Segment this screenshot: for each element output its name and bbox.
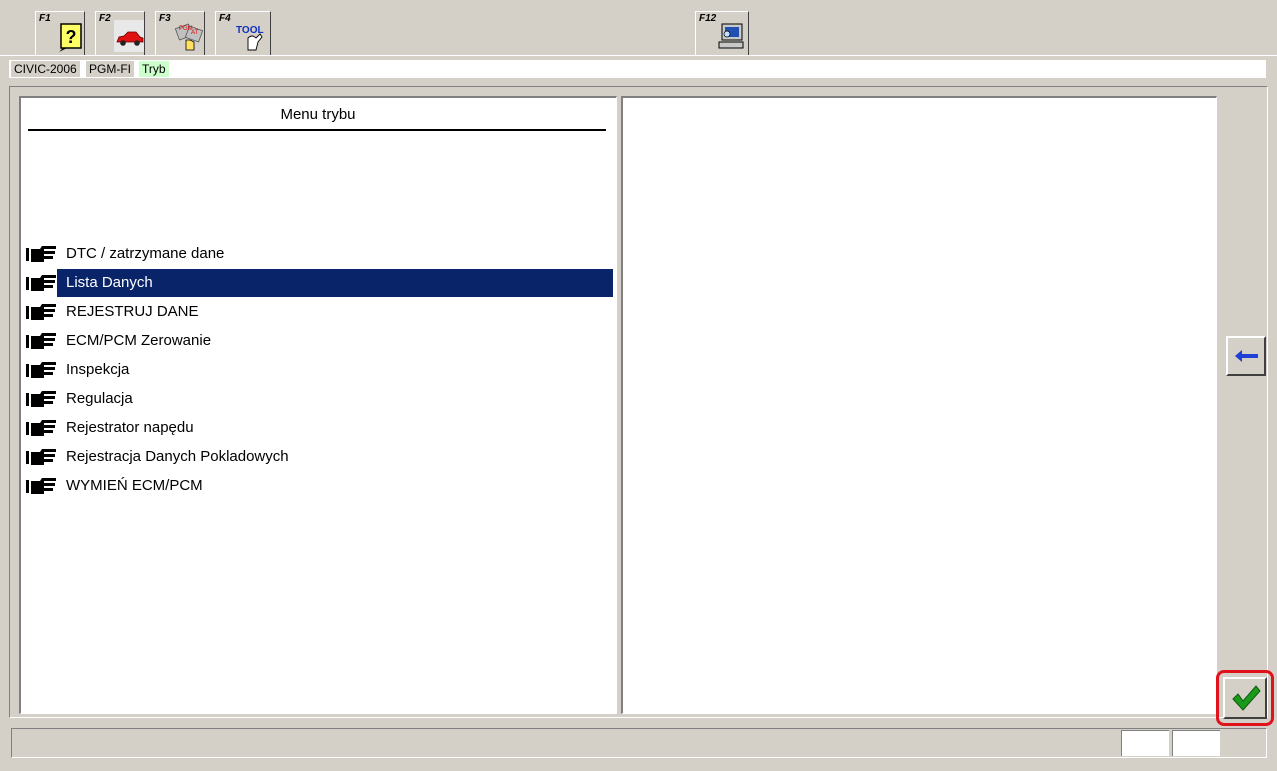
toolbar-divider [0, 55, 1277, 56]
pointing-hand-icon [26, 304, 56, 320]
f4-tool-button[interactable]: F4 TOOL [215, 11, 271, 55]
status-field-1 [1121, 730, 1169, 756]
svg-text:?: ? [66, 27, 77, 47]
pointing-hand-icon [26, 246, 56, 262]
menu-item-label: REJESTRUJ DANE [66, 303, 199, 320]
mode-menu-panel: Menu trybu DTC / zatrzymane dane Lista D… [19, 96, 617, 714]
menu-item-label: Inspekcja [66, 361, 130, 378]
f3-key-label: F3 [159, 13, 171, 24]
menu-item-label: ECM/PCM Zerowanie [66, 332, 212, 349]
menu-item-record-data[interactable]: REJESTRUJ DANE [23, 298, 615, 326]
breadcrumb-system: PGM-FI [86, 61, 134, 77]
menu-item-label: DTC / zatrzymane dane [66, 245, 225, 262]
menu-item-dtc[interactable]: DTC / zatrzymane dane [23, 240, 615, 268]
f3-system-button[interactable]: F3 PGM AT [155, 11, 205, 55]
f2-key-label: F2 [99, 13, 111, 24]
breadcrumb: CIVIC-2006 PGM-FI Tryb [9, 60, 1266, 78]
menu-title: Menu trybu [280, 106, 356, 123]
pointing-hand-icon [26, 420, 56, 436]
breadcrumb-mode: Tryb [139, 61, 169, 77]
menu-item-inspection[interactable]: Inspekcja [23, 356, 615, 384]
menu-item-onboard-recording[interactable]: Rejestracja Danych Pokladowych [23, 443, 615, 471]
status-field-2 [1172, 730, 1220, 756]
tool-icon: TOOL [236, 25, 264, 51]
help-icon: ? [59, 23, 82, 52]
f1-help-button[interactable]: F1 ? [35, 11, 85, 55]
checkmark-icon [1232, 685, 1261, 711]
menu-item-label: Rejestracja Danych Pokladowych [66, 448, 289, 465]
f1-key-label: F1 [39, 13, 51, 24]
back-button[interactable] [1226, 336, 1266, 376]
f2-vehicle-button[interactable]: F2 [95, 11, 145, 55]
menu-item-label: WYMIEŃ ECM/PCM [66, 477, 203, 494]
menu-item-replace-ecm[interactable]: WYMIEŃ ECM/PCM [23, 472, 615, 500]
f4-key-label: F4 [219, 13, 231, 24]
svg-text:AT: AT [191, 30, 199, 36]
title-underline [28, 129, 606, 131]
pointing-hand-icon [26, 362, 56, 378]
pointing-hand-icon [26, 478, 56, 494]
f12-computer-button[interactable]: F12 [695, 11, 749, 55]
ok-button[interactable] [1223, 677, 1267, 719]
menu-item-label: Regulacja [66, 390, 133, 407]
menu-item-ecm-reset[interactable]: ECM/PCM Zerowanie [23, 327, 615, 355]
function-key-toolbar: F1 ? F2 F3 PGM AT F4 TOOL F12 [0, 0, 1277, 56]
menu-item-drive-recorder[interactable]: Rejestrator napędu [23, 414, 615, 442]
detail-panel [621, 96, 1217, 714]
menu-item-label: Rejestrator napędu [66, 419, 194, 436]
car-icon [114, 20, 144, 52]
computer-icon [718, 23, 744, 49]
menu-item-adjustment[interactable]: Regulacja [23, 385, 615, 413]
menu-item-label: Lista Danych [57, 269, 613, 297]
pointing-hand-icon [26, 449, 56, 465]
menu-item-data-list[interactable]: Lista Danych [23, 269, 615, 297]
pointing-hand-icon [26, 275, 56, 291]
pgm-at-icon: PGM AT [174, 23, 204, 51]
status-bar [11, 728, 1267, 758]
pointing-hand-icon [26, 333, 56, 349]
breadcrumb-vehicle: CIVIC-2006 [11, 61, 80, 77]
arrow-left-icon [1235, 350, 1258, 362]
pointing-hand-icon [26, 391, 56, 407]
